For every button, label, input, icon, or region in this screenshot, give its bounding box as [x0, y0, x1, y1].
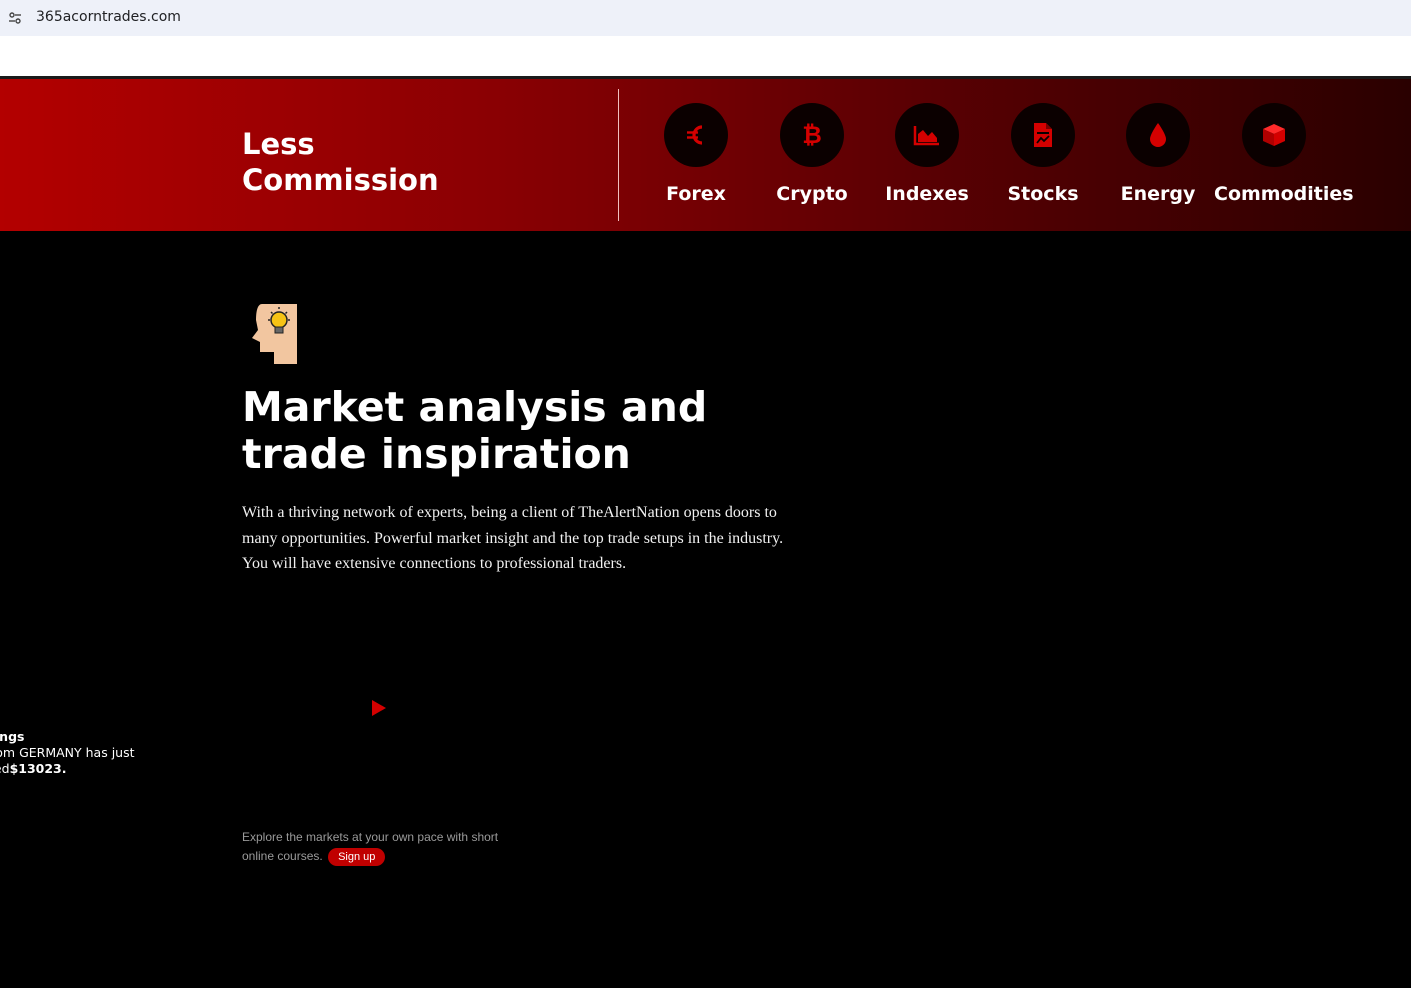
notice-prefix: ned	[0, 761, 10, 776]
headline-line-1: Less	[242, 127, 315, 161]
section-description: With a thriving network of experts, bein…	[242, 504, 784, 572]
bitcoin-icon: ₿	[780, 103, 844, 167]
title-line-1: Market analysis and	[242, 383, 708, 431]
head-lightbulb-icon	[248, 302, 300, 366]
area-chart-icon	[895, 103, 959, 167]
drop-icon	[1126, 103, 1190, 167]
market-stocks[interactable]: Stocks	[983, 103, 1103, 205]
market-label: Crypto	[776, 183, 848, 205]
document-chart-icon	[1011, 103, 1075, 167]
address-bar[interactable]: 365acorntrades.com	[0, 0, 1411, 36]
market-label: Stocks	[1007, 183, 1079, 205]
notice-amount-line: ned$13023.	[0, 761, 135, 777]
commission-banner: Less Commission Forex ₿ Crypto Indexes S…	[0, 79, 1411, 231]
notice-amount: $13023.	[9, 761, 67, 776]
signup-button[interactable]: Sign up	[328, 848, 386, 866]
cube-icon	[1242, 103, 1306, 167]
earnings-notification: nings from GERMANY has just ned$13023.	[0, 729, 135, 777]
explore-block: Explore the markets at your own pace wit…	[242, 828, 532, 866]
url-text[interactable]: 365acorntrades.com	[36, 9, 181, 25]
market-label: Indexes	[885, 183, 969, 205]
euro-icon	[664, 103, 728, 167]
market-label: Energy	[1120, 183, 1196, 205]
market-energy[interactable]: Energy	[1098, 103, 1218, 205]
svg-text:₿: ₿	[802, 121, 822, 149]
market-label: Forex	[666, 183, 726, 205]
title-line-2: trade inspiration	[242, 430, 631, 478]
section-title: Market analysis and trade inspiration	[242, 384, 842, 478]
market-forex[interactable]: Forex	[636, 103, 756, 205]
notice-title: nings	[0, 729, 25, 744]
market-commodities[interactable]: Commodities	[1214, 103, 1354, 205]
market-indexes[interactable]: Indexes	[867, 103, 987, 205]
banner-headline: Less Commission	[242, 126, 439, 198]
headline-line-2: Commission	[242, 163, 439, 197]
page-top-strip	[0, 36, 1411, 76]
banner-divider	[618, 89, 619, 221]
play-icon[interactable]	[370, 698, 388, 718]
site-info-icon[interactable]	[6, 9, 24, 27]
notice-text: from GERMANY has just	[0, 745, 135, 760]
market-label: Commodities	[1214, 183, 1354, 205]
market-crypto[interactable]: ₿ Crypto	[752, 103, 872, 205]
